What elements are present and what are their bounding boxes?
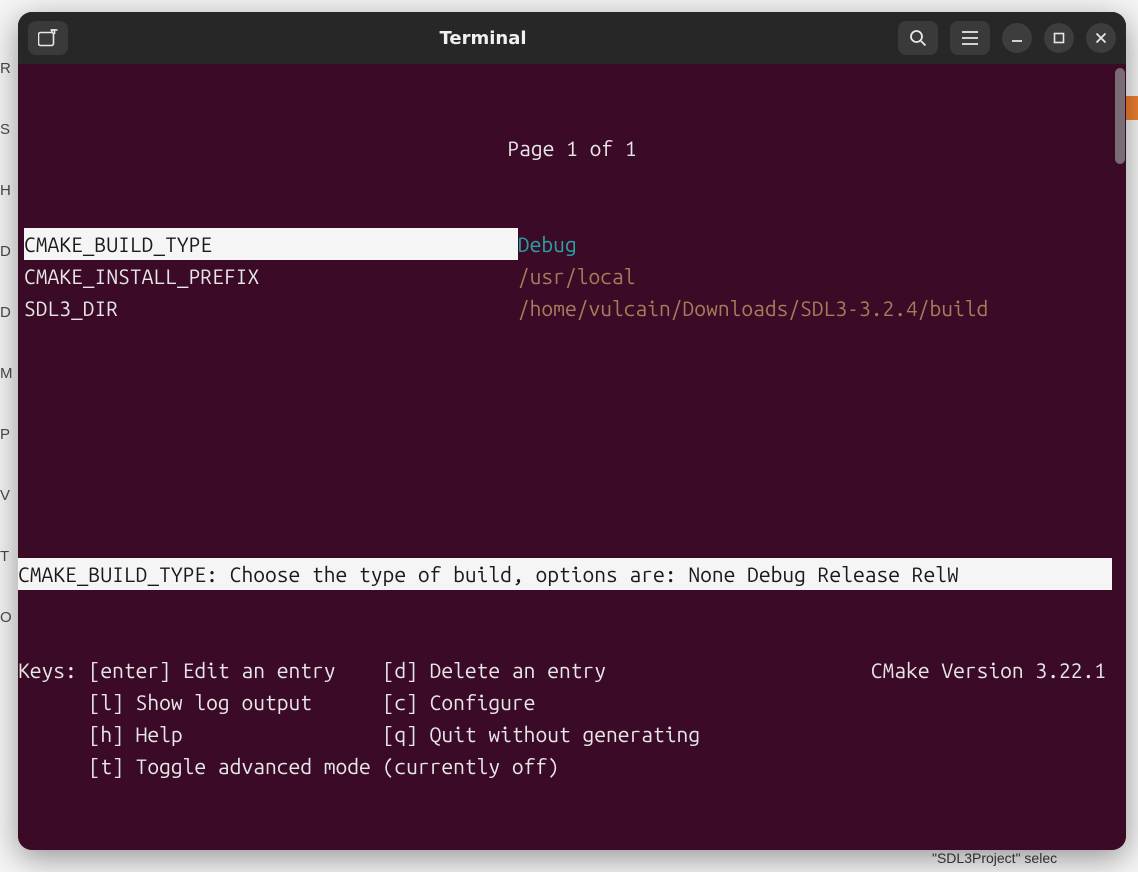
terminal-content: Page 1 of 1 CMAKE_BUILD_TYPEDebugCMAKE_I…: [18, 64, 1126, 850]
keys-line: [l] Show log output [c] Configure: [18, 686, 1112, 718]
terminal-window: Terminal: [18, 12, 1126, 850]
window-title: Terminal: [76, 28, 890, 49]
bg-letter: P: [0, 426, 18, 443]
cmake-entry-value: /usr/local: [518, 260, 636, 292]
bg-letter: D: [0, 243, 18, 260]
page-indicator: Page 1 of 1: [24, 132, 1120, 164]
bg-letter: V: [0, 487, 18, 504]
cmake-entry-value: /home/vulcain/Downloads/SDL3-3.2.4/build: [518, 292, 988, 324]
cmake-entry-row[interactable]: SDL3_DIR/home/vulcain/Downloads/SDL3-3.2…: [24, 292, 1120, 324]
cmake-version: CMake Version 3.22.1: [871, 654, 1106, 686]
bg-letter: R: [0, 60, 18, 77]
close-icon: [1094, 31, 1108, 45]
menu-icon: [961, 31, 979, 45]
bg-letter: D: [0, 304, 18, 321]
keys-line-text: [t] Toggle advanced mode (currently off): [18, 754, 571, 778]
bg-letter: S: [0, 121, 18, 138]
titlebar-right: [898, 21, 1116, 55]
bg-letter: M: [0, 365, 18, 382]
bg-bottom-text: "SDL3Project" selec: [932, 850, 1057, 866]
keys-line: [t] Toggle advanced mode (currently off): [18, 750, 1112, 782]
entry-description: CMAKE_BUILD_TYPE: Choose the type of bui…: [18, 558, 1112, 590]
bg-letter: O: [0, 609, 18, 626]
maximize-button[interactable]: [1044, 23, 1074, 53]
new-tab-icon: [38, 29, 58, 47]
cmake-entry-name: SDL3_DIR: [24, 292, 518, 324]
keys-label-and-first: Keys: [enter] Edit an entry [d] Delete a…: [18, 658, 606, 682]
menu-button[interactable]: [950, 21, 990, 55]
bg-orange-strip: [1126, 96, 1138, 120]
search-icon: [909, 29, 927, 47]
cmake-entry-name: CMAKE_INSTALL_PREFIX: [24, 260, 518, 292]
cmake-entry-row[interactable]: CMAKE_INSTALL_PREFIX/usr/local: [24, 260, 1120, 292]
maximize-icon: [1052, 31, 1066, 45]
new-tab-button[interactable]: [28, 21, 68, 55]
bg-letter: H: [0, 182, 18, 199]
scrollbar-thumb[interactable]: [1115, 68, 1125, 164]
keys-line: Keys: [enter] Edit an entry [d] Delete a…: [18, 654, 1112, 686]
cmake-entries: CMAKE_BUILD_TYPEDebugCMAKE_INSTALL_PREFI…: [24, 228, 1120, 324]
cmake-entry-name: CMAKE_BUILD_TYPE: [24, 228, 518, 260]
bg-letter: T: [0, 548, 18, 565]
titlebar: Terminal: [18, 12, 1126, 64]
close-button[interactable]: [1086, 23, 1116, 53]
keys-block: Keys: [enter] Edit an entry [d] Delete a…: [18, 654, 1112, 782]
search-button[interactable]: [898, 21, 938, 55]
cmake-entry-row[interactable]: CMAKE_BUILD_TYPEDebug: [24, 228, 1120, 260]
bg-left-strip: R S H D D M P V T O: [0, 60, 18, 626]
terminal-body[interactable]: Page 1 of 1 CMAKE_BUILD_TYPEDebugCMAKE_I…: [18, 64, 1126, 850]
minimize-button[interactable]: [1002, 23, 1032, 53]
keys-line-text: [h] Help [q] Quit without generating: [18, 722, 700, 746]
ccmake-footer: CMAKE_BUILD_TYPE: Choose the type of bui…: [18, 494, 1112, 846]
minimize-icon: [1010, 31, 1024, 45]
keys-line: [h] Help [q] Quit without generating: [18, 718, 1112, 750]
keys-line-text: [l] Show log output [c] Configure: [18, 690, 535, 714]
scrollbar[interactable]: [1114, 64, 1126, 850]
cmake-entry-value: Debug: [518, 228, 577, 260]
